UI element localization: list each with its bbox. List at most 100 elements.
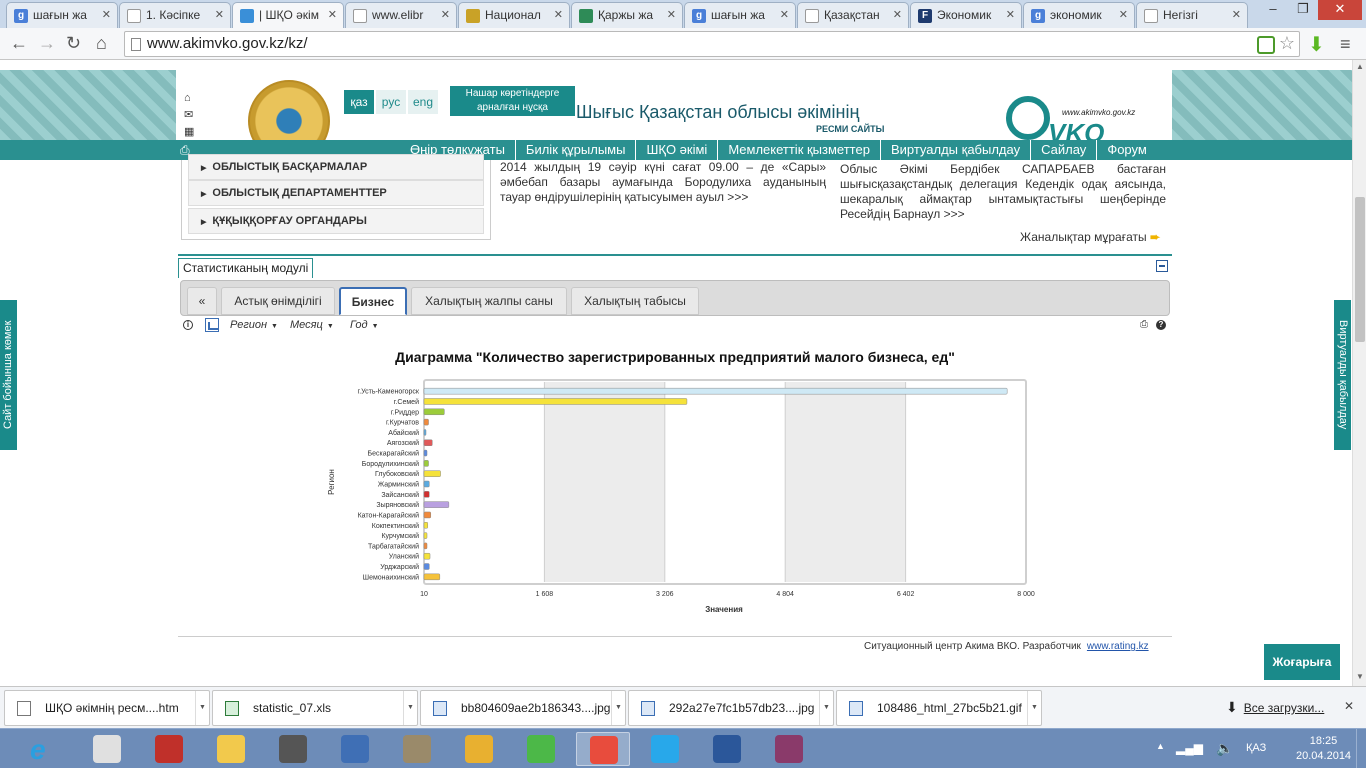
news-left[interactable]: 2014 жылдың 19 сәуір күні сағат 09.00 – … <box>500 160 826 205</box>
mail-icon[interactable]: ✉ <box>184 107 194 124</box>
bar[interactable] <box>423 511 432 519</box>
tab-population[interactable]: Халықтың жалпы саны <box>411 287 567 315</box>
download-item[interactable]: statistic_07.xls ▼ <box>212 690 418 726</box>
download-menu-icon[interactable]: ▼ <box>611 691 625 725</box>
forward-arrow-icon[interactable]: → <box>38 33 56 54</box>
address-bar[interactable]: ☆ <box>124 31 1300 57</box>
browser-tab[interactable]: Негізгі ✕ <box>1136 2 1248 28</box>
bar[interactable] <box>423 387 1008 395</box>
tab-close-icon[interactable]: ✕ <box>1006 8 1015 21</box>
network-icon[interactable]: ▂▄▆ <box>1176 741 1203 755</box>
sitemap-icon[interactable]: ▦ <box>184 124 194 141</box>
download-item[interactable]: 292a27e7fc1b57db23....jpg ▼ <box>628 690 834 726</box>
ie-icon[interactable]: e <box>24 731 64 767</box>
nav-item[interactable]: Мемлекеттік қызметтер <box>717 140 880 160</box>
nav-item[interactable]: Сайлау <box>1030 140 1096 160</box>
scroll-top-button[interactable]: Жоғарыға <box>1264 644 1340 680</box>
tab-close-icon[interactable]: ✕ <box>215 8 224 21</box>
page-scrollbar[interactable]: ▲ ▼ <box>1352 60 1366 686</box>
tab-close-icon[interactable]: ✕ <box>1232 8 1241 21</box>
minimize-icon[interactable] <box>1156 260 1168 272</box>
download-item[interactable]: bb804609ae2b186343....jpg ▼ <box>420 690 626 726</box>
download-menu-icon[interactable]: ▼ <box>1027 691 1041 725</box>
bar[interactable] <box>423 573 441 581</box>
browser-tab[interactable]: Қаржы жа ✕ <box>571 2 683 28</box>
bar[interactable] <box>423 542 428 550</box>
taskbar-app[interactable] <box>638 732 692 766</box>
download-menu-icon[interactable]: ▼ <box>403 691 417 725</box>
browser-tab[interactable]: F Экономик ✕ <box>910 2 1022 28</box>
download-item[interactable]: 108486_html_27bc5b21.gif ▼ <box>836 690 1042 726</box>
bar[interactable] <box>423 470 441 477</box>
tab-business[interactable]: Бизнес <box>339 287 407 315</box>
scroll-up-icon[interactable]: ▲ <box>1356 62 1364 71</box>
browser-tab[interactable]: www.elibr ✕ <box>345 2 457 28</box>
browser-tab[interactable]: g шағын жа ✕ <box>684 2 796 28</box>
reload-icon[interactable]: ↻ <box>66 33 81 54</box>
url-input[interactable] <box>147 35 1227 52</box>
filter-month[interactable]: Месяц ▼ <box>290 319 334 331</box>
nav-item[interactable]: ШҚО әкімі <box>635 140 717 160</box>
browser-tab[interactable]: Қазақстан ✕ <box>797 2 909 28</box>
download-menu-icon[interactable]: ▼ <box>195 691 209 725</box>
chart-type-icon[interactable] <box>205 318 219 332</box>
taskbar-app[interactable] <box>266 732 320 766</box>
tab-prev[interactable]: « <box>187 287 217 315</box>
volume-icon[interactable]: 🔈 <box>1216 740 1233 757</box>
low-vision-button[interactable]: Нашар көретіндерге арналған нұсқа <box>450 86 575 116</box>
taskbar-app[interactable] <box>452 732 506 766</box>
home-small-icon[interactable]: ⌂ <box>184 90 194 107</box>
virtual-reception-ribbon[interactable]: Виртуалды қабылдау <box>1334 300 1351 450</box>
close-icon[interactable]: ✕ <box>1344 699 1354 713</box>
tab-close-icon[interactable]: ✕ <box>667 8 676 21</box>
filter-region[interactable]: Регион ▼ <box>230 319 278 331</box>
print-chart-icon[interactable]: ⎙ <box>1140 319 1148 330</box>
taskbar-app[interactable] <box>700 732 754 766</box>
bar[interactable] <box>423 501 450 508</box>
lang-rus[interactable]: рус <box>376 90 406 114</box>
bookmark-star-icon[interactable]: ☆ <box>1279 33 1295 54</box>
sidemenu-item-law[interactable]: ▶ ҚҰҚЫҚҚОРҒАУ ОРГАНДАРЫ <box>188 208 484 234</box>
taskbar-app[interactable] <box>204 732 258 766</box>
help-ribbon[interactable]: Сайт бойынша көмек <box>0 300 17 450</box>
back-arrow-icon[interactable]: ← <box>10 33 28 54</box>
lang-kaz[interactable]: қаз <box>344 90 374 114</box>
taskbar-app[interactable] <box>390 732 444 766</box>
minimize-window-icon[interactable]: – <box>1258 0 1288 20</box>
tab-close-icon[interactable]: ✕ <box>554 8 563 21</box>
tab-grain-yield[interactable]: Астық өнімділігі <box>221 287 335 315</box>
browser-tab[interactable]: g экономик ✕ <box>1023 2 1135 28</box>
browser-tab[interactable]: g шағын жа ✕ <box>6 2 118 28</box>
close-window-icon[interactable]: ✕ <box>1318 0 1362 20</box>
bar[interactable] <box>423 439 433 446</box>
tab-income[interactable]: Халықтың табысы <box>571 287 699 315</box>
taskbar-app[interactable] <box>762 732 816 766</box>
browser-tab[interactable]: Национал ✕ <box>458 2 570 28</box>
bar[interactable] <box>423 522 429 529</box>
scroll-down-icon[interactable]: ▼ <box>1356 672 1364 681</box>
tab-close-icon[interactable]: ✕ <box>102 8 111 21</box>
bar[interactable] <box>423 532 428 539</box>
bar[interactable] <box>423 429 427 436</box>
taskbar-app[interactable] <box>514 732 568 766</box>
download-item[interactable]: ШҚО әкімнің ресм....htm ▼ <box>4 690 210 726</box>
extension-icon[interactable] <box>1257 36 1275 54</box>
taskbar-app[interactable] <box>142 732 196 766</box>
lang-eng[interactable]: eng <box>408 90 438 114</box>
tray-expand-icon[interactable]: ▲ <box>1156 741 1165 751</box>
bar[interactable] <box>423 449 428 457</box>
taskbar-app[interactable] <box>576 732 630 766</box>
info-icon[interactable]: i <box>183 320 193 330</box>
tab-close-icon[interactable]: ✕ <box>328 8 337 21</box>
input-language[interactable]: ҚАЗ <box>1246 742 1266 754</box>
credit-link[interactable]: www.rating.kz <box>1087 641 1149 652</box>
bar[interactable] <box>423 408 445 416</box>
nav-item[interactable]: Виртуалды қабылдау <box>879 140 1030 160</box>
bar[interactable] <box>423 491 430 498</box>
bar[interactable] <box>423 480 430 488</box>
download-menu-icon[interactable]: ▼ <box>819 691 833 725</box>
taskbar-app[interactable] <box>80 732 134 766</box>
bar[interactable] <box>423 418 429 426</box>
news-archive-link[interactable]: Жаналықтар мұрағаты ➨ <box>1020 230 1160 244</box>
browser-tab[interactable]: 1. Кәсіпке ✕ <box>119 2 231 28</box>
